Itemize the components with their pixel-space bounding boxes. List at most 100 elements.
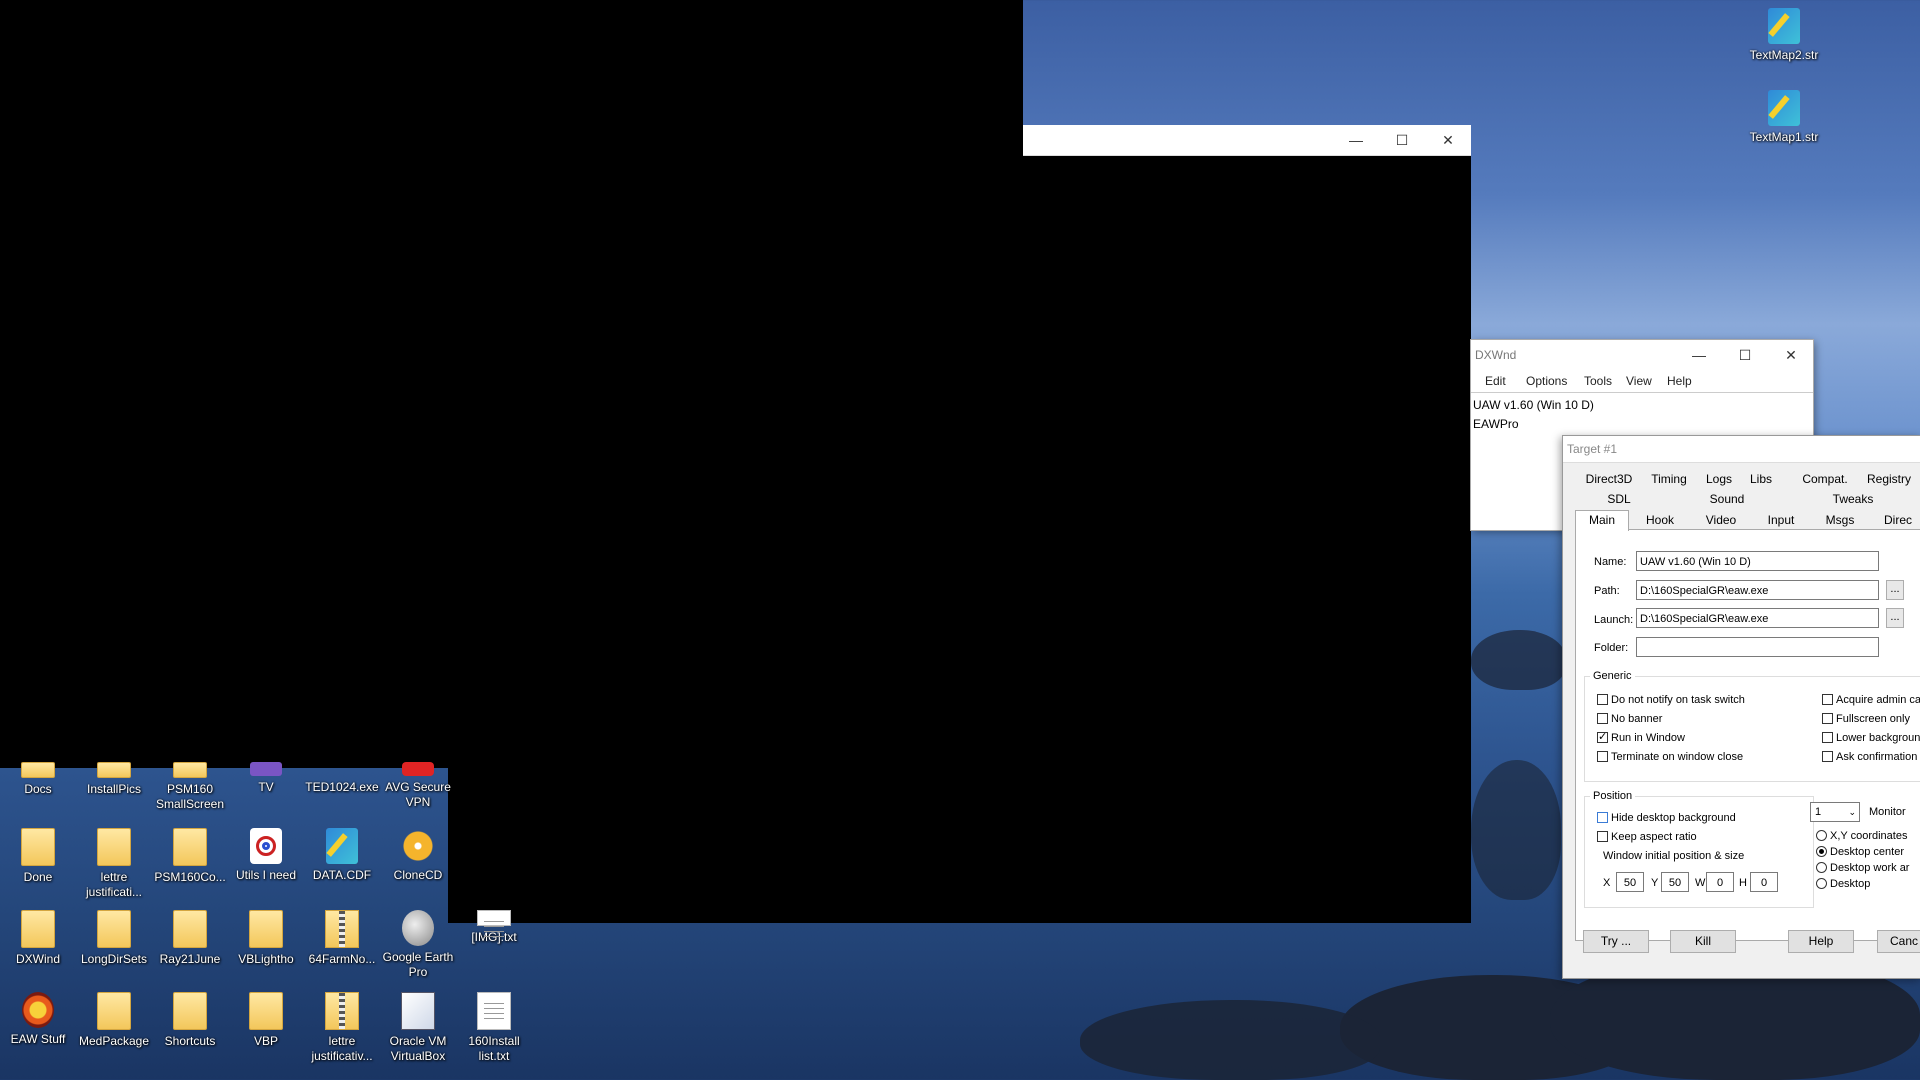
checkbox-run-in-window[interactable]: Run in Window <box>1597 730 1685 744</box>
desktop-icon-avg-vpn[interactable]: AVG Secure VPN <box>380 762 456 810</box>
maximize-button[interactable]: ☐ <box>1722 340 1768 370</box>
checkbox-hide-desktop[interactable]: Hide desktop background <box>1597 812 1736 824</box>
desktop-icon-utils[interactable]: Utils I need <box>228 828 304 883</box>
checkbox-lower-background[interactable]: Lower backgroun <box>1822 732 1920 744</box>
y-field[interactable]: 50 <box>1661 872 1689 892</box>
game-window[interactable]: — ☐ ✕ <box>1023 125 1471 923</box>
tab-direc[interactable]: Direc <box>1875 511 1920 529</box>
desktop-icon-img-txt[interactable]: [IMG].txt <box>456 910 532 945</box>
tab-timing[interactable]: Timing <box>1643 470 1695 488</box>
desktop-icon-docs[interactable]: Docs <box>0 762 76 797</box>
tab-libs[interactable]: Libs <box>1743 470 1779 488</box>
desktop-icon-vbp[interactable]: VBP <box>228 992 304 1049</box>
close-button[interactable]: ✕ <box>1425 125 1471 155</box>
desktop-icon-psm160-smallscreen[interactable]: PSM160 SmallScreen <box>152 762 228 812</box>
launch-field[interactable]: D:\160SpecialGR\eaw.exe <box>1636 608 1879 628</box>
checkbox-box[interactable] <box>1597 694 1608 705</box>
tab-sound[interactable]: Sound <box>1687 490 1767 508</box>
minimize-button[interactable]: — <box>1676 340 1722 370</box>
checkbox-terminate-on-close[interactable]: Terminate on window close <box>1597 751 1743 763</box>
desktop-icon-ted1024[interactable]: TED1024.exe <box>304 762 380 795</box>
desktop-icon-data-cdf[interactable]: DATA.CDF <box>304 828 380 883</box>
desktop-icon-ray21june[interactable]: Ray21June <box>152 910 228 967</box>
checkbox-box[interactable] <box>1597 812 1608 823</box>
name-field[interactable]: UAW v1.60 (Win 10 D) <box>1636 551 1879 571</box>
minimize-button[interactable]: — <box>1333 125 1379 155</box>
checkbox-acquire-admin[interactable]: Acquire admin ca <box>1822 694 1920 706</box>
desktop-icon-textmap1[interactable]: TextMap1.str <box>1746 90 1822 145</box>
radio-desktop[interactable]: Desktop <box>1816 878 1870 890</box>
tab-sdl[interactable]: SDL <box>1589 490 1649 508</box>
path-browse-button[interactable]: ... <box>1886 580 1904 600</box>
desktop-icon-virtualbox[interactable]: Oracle VM VirtualBox <box>380 992 456 1064</box>
folder-field[interactable] <box>1636 637 1879 657</box>
tab-logs[interactable]: Logs <box>1699 470 1739 488</box>
h-field[interactable]: 0 <box>1750 872 1778 892</box>
desktop-icon-google-earth[interactable]: Google Earth Pro <box>380 910 456 980</box>
target-dialog[interactable]: Target #1 Direct3D Timing Logs Libs Comp… <box>1562 435 1920 979</box>
list-item[interactable]: UAW v1.60 (Win 10 D) <box>1473 398 1594 412</box>
maximize-button[interactable]: ☐ <box>1379 125 1425 155</box>
w-field[interactable]: 0 <box>1706 872 1734 892</box>
tab-msgs[interactable]: Msgs <box>1815 511 1865 529</box>
desktop-icon-160install-list[interactable]: 160Install list.txt <box>456 992 532 1064</box>
menu-tools[interactable]: Tools <box>1584 374 1612 388</box>
menu-view[interactable]: View <box>1626 374 1652 388</box>
desktop-icon-dxwind[interactable]: DXWind <box>0 910 76 967</box>
desktop-icon-installpics[interactable]: InstallPics <box>76 762 152 797</box>
list-item[interactable]: EAWPro <box>1473 417 1519 431</box>
desktop-icon-psm160co[interactable]: PSM160Co... <box>152 828 228 885</box>
checkbox-box[interactable] <box>1822 713 1833 724</box>
tab-video[interactable]: Video <box>1693 511 1749 529</box>
radio-xy-coordinates[interactable]: X,Y coordinates <box>1816 830 1907 842</box>
tab-compat[interactable]: Compat. <box>1795 470 1855 488</box>
menu-options[interactable]: Options <box>1526 374 1567 388</box>
tab-input[interactable]: Input <box>1755 511 1807 529</box>
desktop-icon-lettre1[interactable]: lettre justificati... <box>76 828 152 900</box>
checkbox-box[interactable] <box>1597 713 1608 724</box>
checkbox-box[interactable] <box>1597 751 1608 762</box>
desktop-icon-lettre2[interactable]: lettre justificativ... <box>304 992 380 1064</box>
dxwnd-titlebar[interactable]: DXWnd — ☐ ✕ <box>1471 340 1813 370</box>
checkbox-box[interactable] <box>1597 831 1608 842</box>
radio-circle[interactable] <box>1816 878 1827 889</box>
desktop-icon-medpackage[interactable]: MedPackage <box>76 992 152 1049</box>
tab-tweaks[interactable]: Tweaks <box>1803 490 1903 508</box>
checkbox-box[interactable] <box>1822 751 1833 762</box>
help-button[interactable]: Help <box>1788 930 1854 953</box>
launch-browse-button[interactable]: ... <box>1886 608 1904 628</box>
target-titlebar[interactable]: Target #1 <box>1563 436 1920 463</box>
cancel-button[interactable]: Canc <box>1877 930 1920 953</box>
game-black-area[interactable] <box>0 0 1023 768</box>
desktop-icon-64farmno[interactable]: 64FarmNo... <box>304 910 380 967</box>
checkbox-ask-confirmation[interactable]: Ask confirmation <box>1822 751 1917 763</box>
tab-registry[interactable]: Registry <box>1859 470 1919 488</box>
checkbox-box[interactable] <box>1822 694 1833 705</box>
desktop-icon-vblightho[interactable]: VBLightho <box>228 910 304 967</box>
checkbox-do-not-notify[interactable]: Do not notify on task switch <box>1597 694 1745 706</box>
checkbox-fullscreen-only[interactable]: Fullscreen only <box>1822 713 1910 725</box>
radio-circle[interactable] <box>1816 830 1827 841</box>
checkbox-box[interactable] <box>1822 732 1833 743</box>
tab-direct3d[interactable]: Direct3D <box>1579 470 1639 488</box>
try-button[interactable]: Try ... <box>1583 930 1649 953</box>
tab-hook[interactable]: Hook <box>1635 511 1685 529</box>
desktop-icon-tv[interactable]: TV <box>228 762 304 795</box>
desktop-icon-eaw-stuff[interactable]: EAW Stuff <box>0 992 76 1047</box>
radio-circle[interactable] <box>1816 862 1827 873</box>
desktop-icon-textmap2[interactable]: TextMap2.str <box>1746 8 1822 63</box>
game-titlebar[interactable]: — ☐ ✕ <box>1023 125 1471 156</box>
desktop-icon-longdirsets[interactable]: LongDirSets <box>76 910 152 967</box>
kill-button[interactable]: Kill <box>1670 930 1736 953</box>
desktop-icon-clonecd[interactable]: CloneCD <box>380 828 456 883</box>
checkbox-box[interactable] <box>1597 730 1608 743</box>
menu-help[interactable]: Help <box>1667 374 1692 388</box>
close-button[interactable]: ✕ <box>1768 340 1814 370</box>
checkbox-no-banner[interactable]: No banner <box>1597 713 1662 725</box>
radio-desktop-center[interactable]: Desktop center <box>1816 846 1904 858</box>
radio-circle[interactable] <box>1816 846 1827 857</box>
checkbox-keep-aspect[interactable]: Keep aspect ratio <box>1597 831 1697 843</box>
radio-desktop-work-area[interactable]: Desktop work ar <box>1816 862 1909 874</box>
desktop-icon-shortcuts[interactable]: Shortcuts <box>152 992 228 1049</box>
desktop-icon-done[interactable]: Done <box>0 828 76 885</box>
